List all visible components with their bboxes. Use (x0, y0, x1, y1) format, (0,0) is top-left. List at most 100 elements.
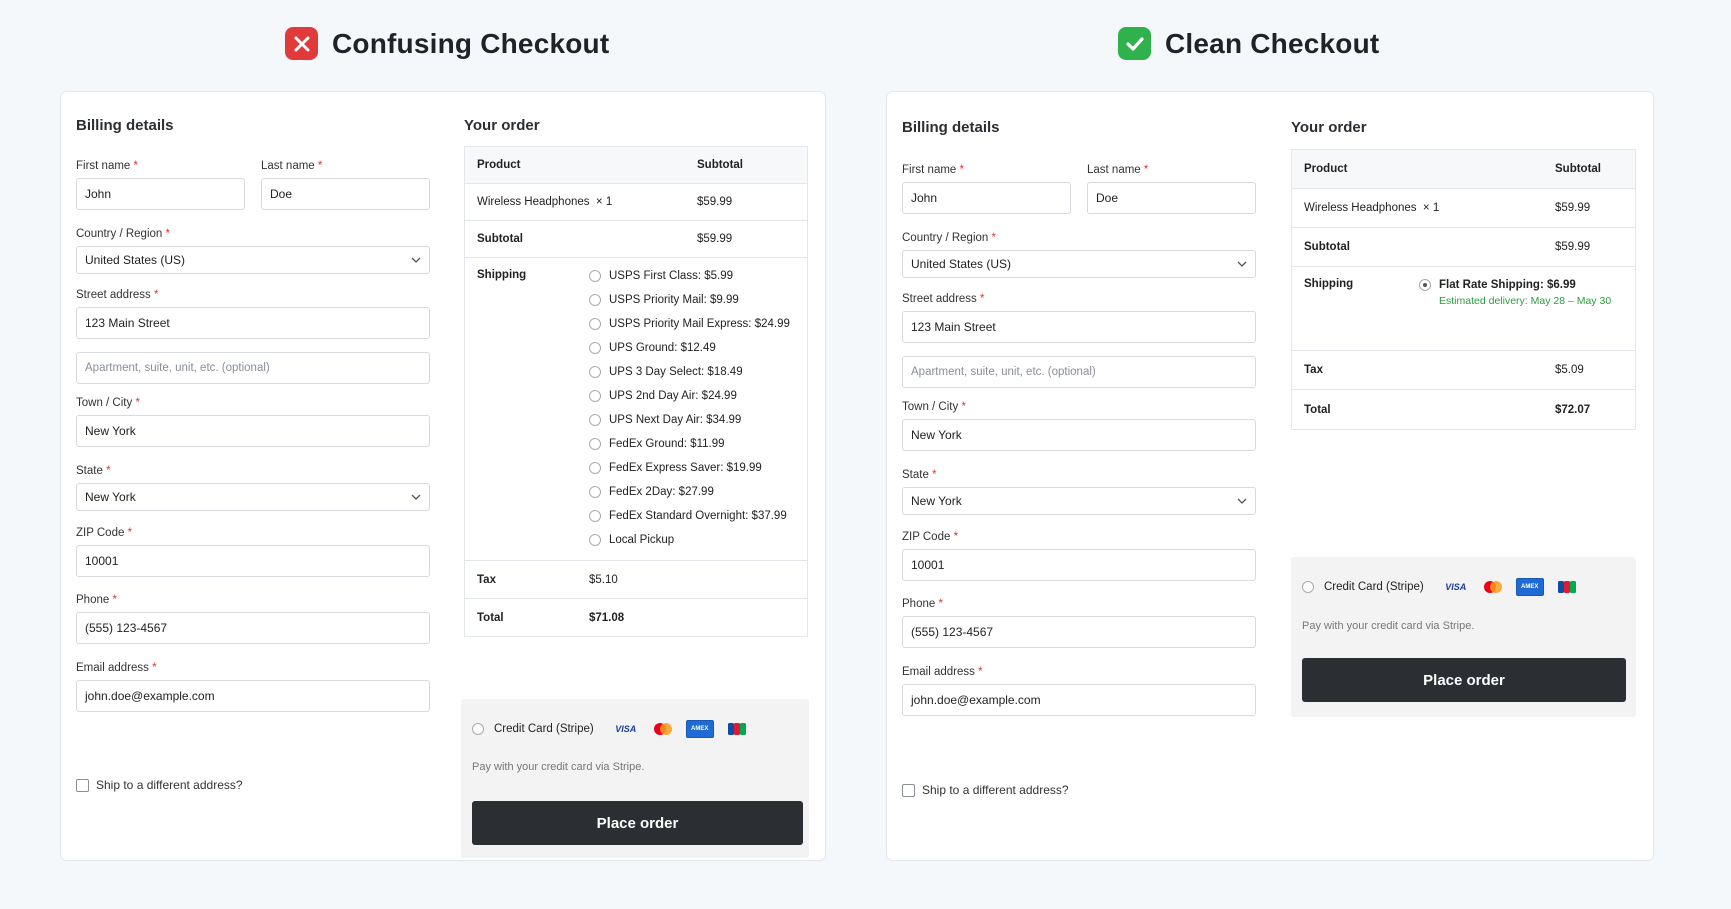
zip-label: ZIP Code * (76, 527, 133, 539)
shipping-option[interactable]: UPS 3 Day Select: $18.49 (589, 360, 790, 384)
shipping-radio[interactable] (1419, 279, 1431, 291)
shipping-radio[interactable] (589, 270, 601, 282)
confusing-title: Confusing Checkout (332, 27, 610, 59)
phone-input[interactable]: (555) 123-4567 (902, 616, 1256, 648)
shipping-option[interactable]: Local Pickup (589, 528, 790, 552)
country-select[interactable]: United States (US) (76, 246, 430, 274)
shipping-option[interactable]: USPS Priority Mail Express: $24.99 (589, 312, 790, 336)
shipping-radio[interactable] (589, 534, 601, 546)
zip-input[interactable]: 10001 (902, 549, 1256, 581)
ship-different-checkbox[interactable]: Ship to a different address? (76, 778, 430, 792)
payment-method[interactable]: Credit Card (Stripe) VISA AMEX (1302, 578, 1581, 596)
email-label: Email address * (76, 662, 157, 674)
shipping-options: Flat Rate Shipping: $6.99 Estimated deli… (1419, 277, 1611, 307)
shipping-option[interactable]: FedEx 2Day: $27.99 (589, 480, 790, 504)
last-name-input[interactable]: Doe (261, 178, 430, 210)
apartment-input[interactable]: Apartment, suite, unit, etc. (optional) (76, 352, 430, 384)
payment-method[interactable]: Credit Card (Stripe) VISA AMEX (472, 720, 751, 738)
first-name-input[interactable]: John (76, 178, 245, 210)
state-select[interactable]: New York (902, 487, 1256, 515)
zip-label: ZIP Code * (902, 531, 959, 543)
place-order-button[interactable]: Place order (472, 801, 803, 845)
chevron-down-icon (1237, 261, 1247, 267)
shipping-radio[interactable] (589, 486, 601, 498)
shipping-radio[interactable] (589, 366, 601, 378)
country-label: Country / Region * (902, 232, 996, 244)
clean-checkout-card: Billing details First name * John Last n… (886, 91, 1654, 861)
checkbox-box[interactable] (902, 783, 915, 797)
shipping-option[interactable]: UPS 2nd Day Air: $24.99 (589, 384, 790, 408)
order-table: Product Subtotal Wireless Headphones × 1… (1291, 149, 1636, 430)
street-input[interactable]: 123 Main Street (76, 307, 430, 339)
street-input[interactable]: 123 Main Street (902, 311, 1256, 343)
payment-note: Pay with your credit card via Stripe. (1302, 620, 1475, 632)
order-title: Your order (1291, 119, 1367, 136)
shipping-option[interactable]: FedEx Express Saver: $19.99 (589, 456, 790, 480)
ship-different-checkbox[interactable]: Ship to a different address? (902, 783, 1256, 797)
shipping-radio[interactable] (589, 318, 601, 330)
visa-icon: VISA (1445, 582, 1467, 592)
table-header: Product Subtotal (1292, 150, 1635, 189)
email-input[interactable]: john.doe@example.com (902, 684, 1256, 716)
shipping-radio[interactable] (589, 342, 601, 354)
shipping-radio[interactable] (589, 438, 601, 450)
shipping-option-label: USPS Priority Mail: $9.99 (609, 294, 739, 306)
jcb-icon (723, 720, 751, 738)
zip-input[interactable]: 10001 (76, 545, 430, 577)
shipping-radio[interactable] (589, 510, 601, 522)
email-label: Email address * (902, 666, 983, 678)
subtotal-row: Subtotal $59.99 (465, 221, 807, 258)
apartment-input[interactable]: Apartment, suite, unit, etc. (optional) (902, 356, 1256, 388)
shipping-option[interactable]: FedEx Standard Overnight: $37.99 (589, 504, 790, 528)
city-input[interactable]: New York (76, 415, 430, 447)
shipping-radio[interactable] (589, 462, 601, 474)
shipping-option[interactable]: UPS Next Day Air: $34.99 (589, 408, 790, 432)
shipping-option[interactable]: USPS Priority Mail: $9.99 (589, 288, 790, 312)
street-label: Street address * (76, 289, 159, 301)
mastercard-icon (649, 720, 677, 738)
first-name-label: First name * (76, 160, 139, 172)
order-summary: Your order Product Subtotal Wireless Hea… (1291, 119, 1636, 717)
clean-heading: Clean Checkout (1118, 27, 1379, 60)
first-name-input[interactable]: John (902, 182, 1071, 214)
card-logos: VISA AMEX (1442, 578, 1581, 596)
x-icon (285, 27, 318, 60)
mastercard-icon (1479, 578, 1507, 596)
last-name-input[interactable]: Doe (1087, 182, 1256, 214)
clean-title: Clean Checkout (1165, 27, 1380, 59)
order-summary: Your order Product Subtotal Wireless Hea… (461, 117, 809, 858)
shipping-radio[interactable] (589, 294, 601, 306)
shipping-option-label: UPS 2nd Day Air: $24.99 (609, 390, 737, 402)
country-select[interactable]: United States (US) (902, 250, 1256, 278)
shipping-option[interactable]: FedEx Ground: $11.99 (589, 432, 790, 456)
shipping-option-label: USPS Priority Mail Express: $24.99 (609, 318, 790, 330)
tax-row: Tax $5.10 (465, 561, 807, 599)
shipping-radio[interactable] (589, 414, 601, 426)
state-select[interactable]: New York (76, 483, 430, 511)
billing-title: Billing details (902, 119, 1000, 136)
tax-row: Tax $5.09 (1292, 351, 1635, 390)
table-row: Wireless Headphones × 1 $59.99 (1292, 189, 1635, 228)
shipping-option[interactable]: Flat Rate Shipping: $6.99 (1419, 277, 1611, 293)
payment-note: Pay with your credit card via Stripe. (472, 761, 645, 773)
shipping-option[interactable]: USPS First Class: $5.99 (589, 264, 790, 288)
shipping-option-label: UPS Ground: $12.49 (609, 342, 716, 354)
shipping-row: Shipping Flat Rate Shipping: $6.99 Estim… (1292, 267, 1635, 351)
shipping-option[interactable]: UPS Ground: $12.49 (589, 336, 790, 360)
shipping-option-label: Local Pickup (609, 534, 675, 546)
shipping-row: Shipping USPS First Class: $5.99 USPS Pri… (465, 258, 807, 561)
table-header: Product Subtotal (465, 147, 807, 184)
billing-title: Billing details (76, 117, 174, 134)
payment-radio[interactable] (1302, 581, 1314, 593)
email-input[interactable]: john.doe@example.com (76, 680, 430, 712)
confusing-checkout-card: Billing details First name * John Last n… (60, 91, 826, 861)
shipping-radio[interactable] (589, 390, 601, 402)
place-order-button[interactable]: Place order (1302, 658, 1626, 702)
order-title: Your order (464, 117, 540, 134)
last-name-label: Last name * (1087, 164, 1149, 176)
payment-radio[interactable] (472, 723, 484, 735)
total-row: Total $72.07 (1304, 403, 1591, 416)
city-input[interactable]: New York (902, 419, 1256, 451)
checkbox-box[interactable] (76, 778, 89, 792)
phone-input[interactable]: (555) 123-4567 (76, 612, 430, 644)
